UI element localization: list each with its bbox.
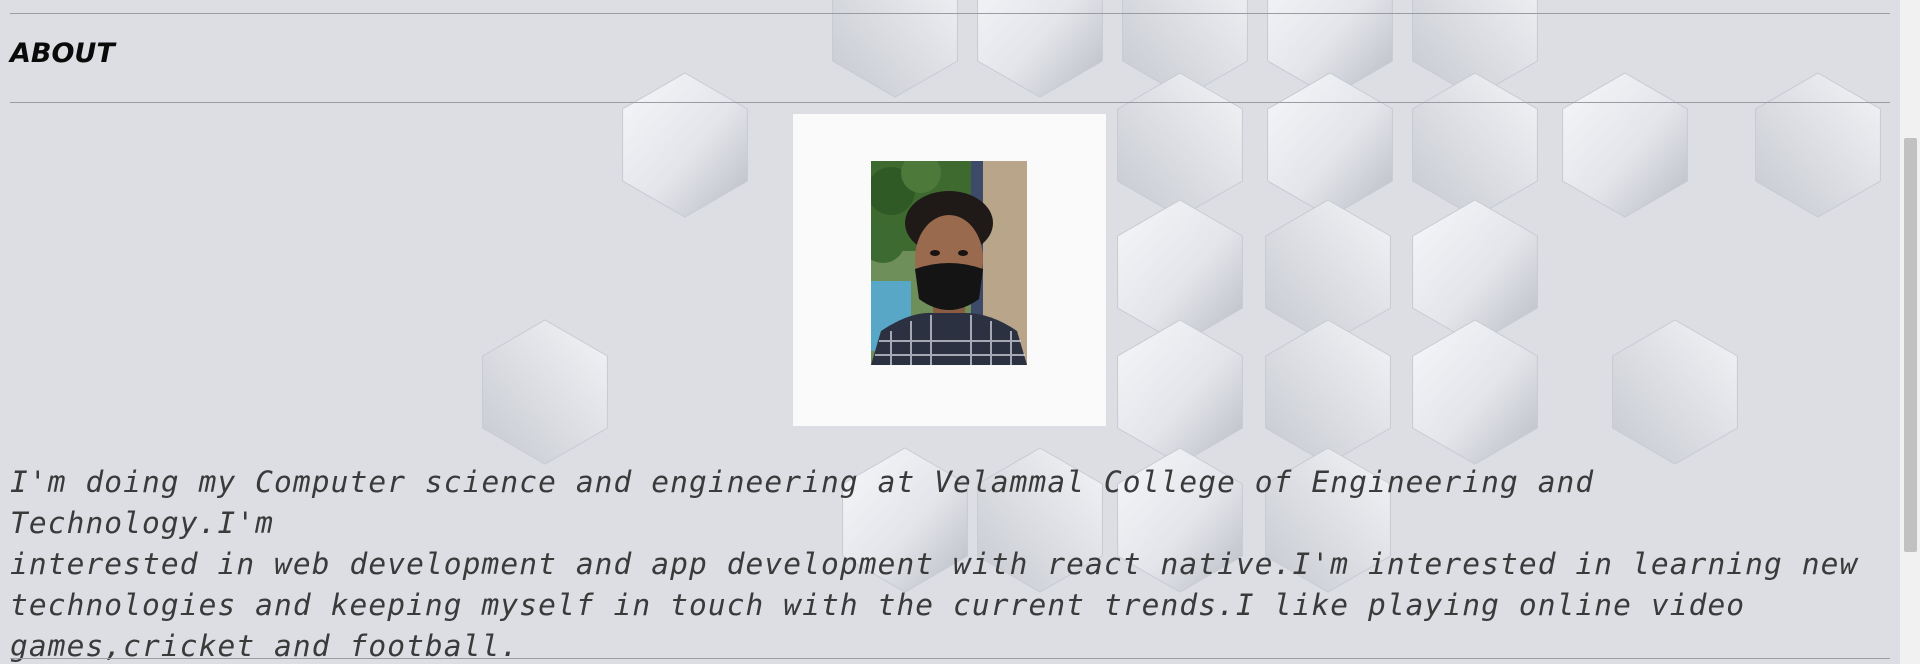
heading-divider: [10, 102, 1890, 103]
page-scrollbar[interactable]: [1900, 0, 1920, 664]
scrollbar-thumb[interactable]: [1904, 138, 1917, 552]
bottom-divider: [10, 658, 1890, 659]
profile-photo-frame: [793, 114, 1106, 426]
about-bio-text: I'm doing my Computer science and engine…: [10, 465, 1859, 663]
top-divider: [10, 13, 1890, 14]
profile-photo: [871, 161, 1027, 365]
about-section: ABOUT I'm doing my Computer science and …: [0, 0, 1900, 664]
section-heading: ABOUT: [10, 38, 115, 69]
